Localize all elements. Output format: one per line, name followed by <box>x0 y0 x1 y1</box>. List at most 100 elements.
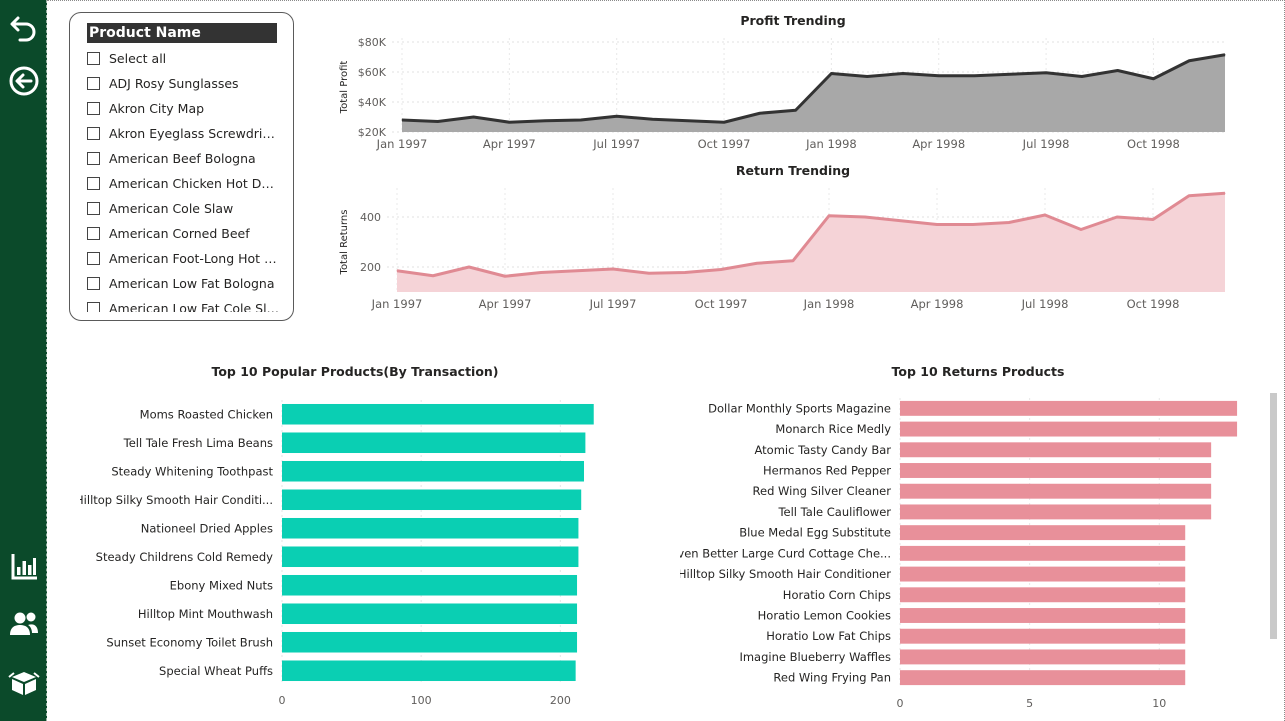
category-label: Horatio Lemon Cookies <box>758 609 891 623</box>
bar <box>282 660 576 682</box>
checkbox[interactable] <box>87 302 100 312</box>
bar <box>900 670 1186 686</box>
slicer-item[interactable]: Akron City Map <box>87 96 282 121</box>
data-point <box>540 272 542 273</box>
checkbox[interactable] <box>87 252 100 265</box>
data-point <box>612 268 614 270</box>
undo-icon[interactable] <box>6 9 42 45</box>
users-icon[interactable] <box>6 606 42 642</box>
data-point <box>1188 195 1190 197</box>
category-label: Tell Tale Cauliflower <box>777 505 891 519</box>
data-point <box>759 112 761 114</box>
data-point <box>792 260 794 262</box>
bar-chart-icon[interactable] <box>6 548 42 584</box>
report-page: Product Name Select all ADJ Rosy Sunglass… <box>0 0 1285 721</box>
data-point <box>900 220 902 222</box>
category-label: Moms Roasted Chicken <box>140 407 273 421</box>
checkbox[interactable] <box>87 227 100 240</box>
checkbox[interactable] <box>87 152 100 165</box>
y-tick-label: $60K <box>358 66 387 79</box>
x-tick-label: Jan 1998 <box>805 137 857 151</box>
box-icon[interactable] <box>6 664 42 700</box>
checkbox[interactable] <box>87 202 100 215</box>
bar <box>900 587 1186 603</box>
bar <box>282 489 582 511</box>
category-label: Red Wing Frying Pan <box>773 671 891 685</box>
data-point <box>1081 76 1083 77</box>
category-label: Steady Whitening Toothpast <box>111 464 273 478</box>
data-point <box>1152 78 1154 80</box>
checkbox[interactable] <box>87 177 100 190</box>
bar <box>282 546 579 568</box>
category-label: Red Wing Silver Cleaner <box>753 484 892 498</box>
x-tick-label: Oct 1997 <box>695 297 748 311</box>
returns-chart-scrollbar[interactable] <box>1270 393 1277 639</box>
bar <box>900 421 1238 437</box>
checkbox[interactable] <box>87 127 100 140</box>
profit-trending-chart: $20K$40K$60K$80KJan 1997 Apr 1997 Jul 1997… <box>339 36 1226 151</box>
slicer-item-label: ADJ Rosy Sunglasses <box>109 76 239 91</box>
returns-chart-title: Top 10 Returns Products <box>891 364 1065 379</box>
x-tick-label: Jul 1997 <box>589 297 637 311</box>
back-circle-arrow-icon[interactable] <box>6 63 42 99</box>
x-tick-label: Jul 1998 <box>1021 297 1069 311</box>
slicer-item[interactable]: ADJ Rosy Sunglasses <box>87 71 282 96</box>
slicer-item[interactable]: Akron Eyeglass Screwdriver <box>87 121 282 146</box>
checkbox[interactable] <box>87 277 100 290</box>
x-tick-label: Oct 1997 <box>698 137 751 151</box>
data-point <box>687 120 689 122</box>
data-point <box>864 216 866 218</box>
data-point <box>974 75 976 77</box>
checkbox[interactable] <box>87 52 100 65</box>
slicer-item[interactable]: American Corned Beef <box>87 221 282 246</box>
slicer-item[interactable]: American Chicken Hot Dogs <box>87 171 282 196</box>
bar <box>282 574 578 596</box>
slicer-item-label: American Low Fat Bologna <box>109 276 275 291</box>
category-label: Steady Childrens Cold Remedy <box>96 550 274 564</box>
category-label: Horatio Low Fat Chips <box>766 629 891 643</box>
slicer-item[interactable]: American Foot-Long Hot Dogs <box>87 246 282 271</box>
category-label: Hilltop Mint Mouthwash <box>138 607 273 621</box>
checkbox[interactable] <box>87 102 100 115</box>
data-point <box>1080 229 1082 230</box>
data-point <box>720 269 722 270</box>
data-point <box>508 121 510 123</box>
product-name-slicer[interactable]: Product Name Select all ADJ Rosy Sunglass… <box>69 12 294 321</box>
slicer-item[interactable]: American Low Fat Bologna <box>87 271 282 296</box>
data-point <box>684 272 686 273</box>
slicer-item-label: American Beef Bologna <box>109 151 256 166</box>
bar <box>282 631 578 653</box>
slicer-item[interactable]: American Cole Slaw <box>87 196 282 221</box>
data-point <box>1045 72 1047 74</box>
bar <box>900 545 1186 561</box>
data-point <box>401 119 403 121</box>
x-tick-label: 5 <box>1026 697 1033 710</box>
slicer-list[interactable]: Select all ADJ Rosy Sunglasses Akron City … <box>87 46 282 312</box>
x-tick-label: 0 <box>279 694 286 707</box>
category-label: Tell Tale Fresh Lima Beans <box>123 436 273 450</box>
top-returns-products-chart: 0 5 10 Dollar Monthly Sports Magazine Monarc… <box>680 398 1238 710</box>
data-point <box>936 224 938 225</box>
bar <box>900 649 1186 665</box>
x-tick-label: Jan 1998 <box>803 297 855 311</box>
slicer-item[interactable]: Select all <box>87 46 282 71</box>
data-point <box>1009 73 1011 75</box>
data-point <box>396 270 398 272</box>
y-tick-label: $80K <box>358 36 387 49</box>
bar <box>900 504 1212 520</box>
data-point <box>504 275 506 277</box>
slicer-item[interactable]: American Beef Bologna <box>87 146 282 171</box>
bar <box>900 566 1186 582</box>
category-label: Special Wheat Puffs <box>159 664 273 678</box>
popular-chart-title: Top 10 Popular Products(By Transaction) <box>211 364 499 379</box>
x-tick-label: 100 <box>411 694 432 707</box>
slicer-item-label: American Cole Slaw <box>109 201 234 216</box>
slicer-item[interactable]: American Low Fat Cole Slaw <box>87 296 282 312</box>
nav-sidebar <box>0 0 47 721</box>
category-label: Hilltop Silky Smooth Hair Conditi... <box>80 493 273 507</box>
series-area <box>397 193 1225 292</box>
checkbox[interactable] <box>87 77 100 90</box>
bar <box>900 628 1186 644</box>
x-tick-label: Oct 1998 <box>1127 137 1180 151</box>
data-point <box>576 270 578 272</box>
